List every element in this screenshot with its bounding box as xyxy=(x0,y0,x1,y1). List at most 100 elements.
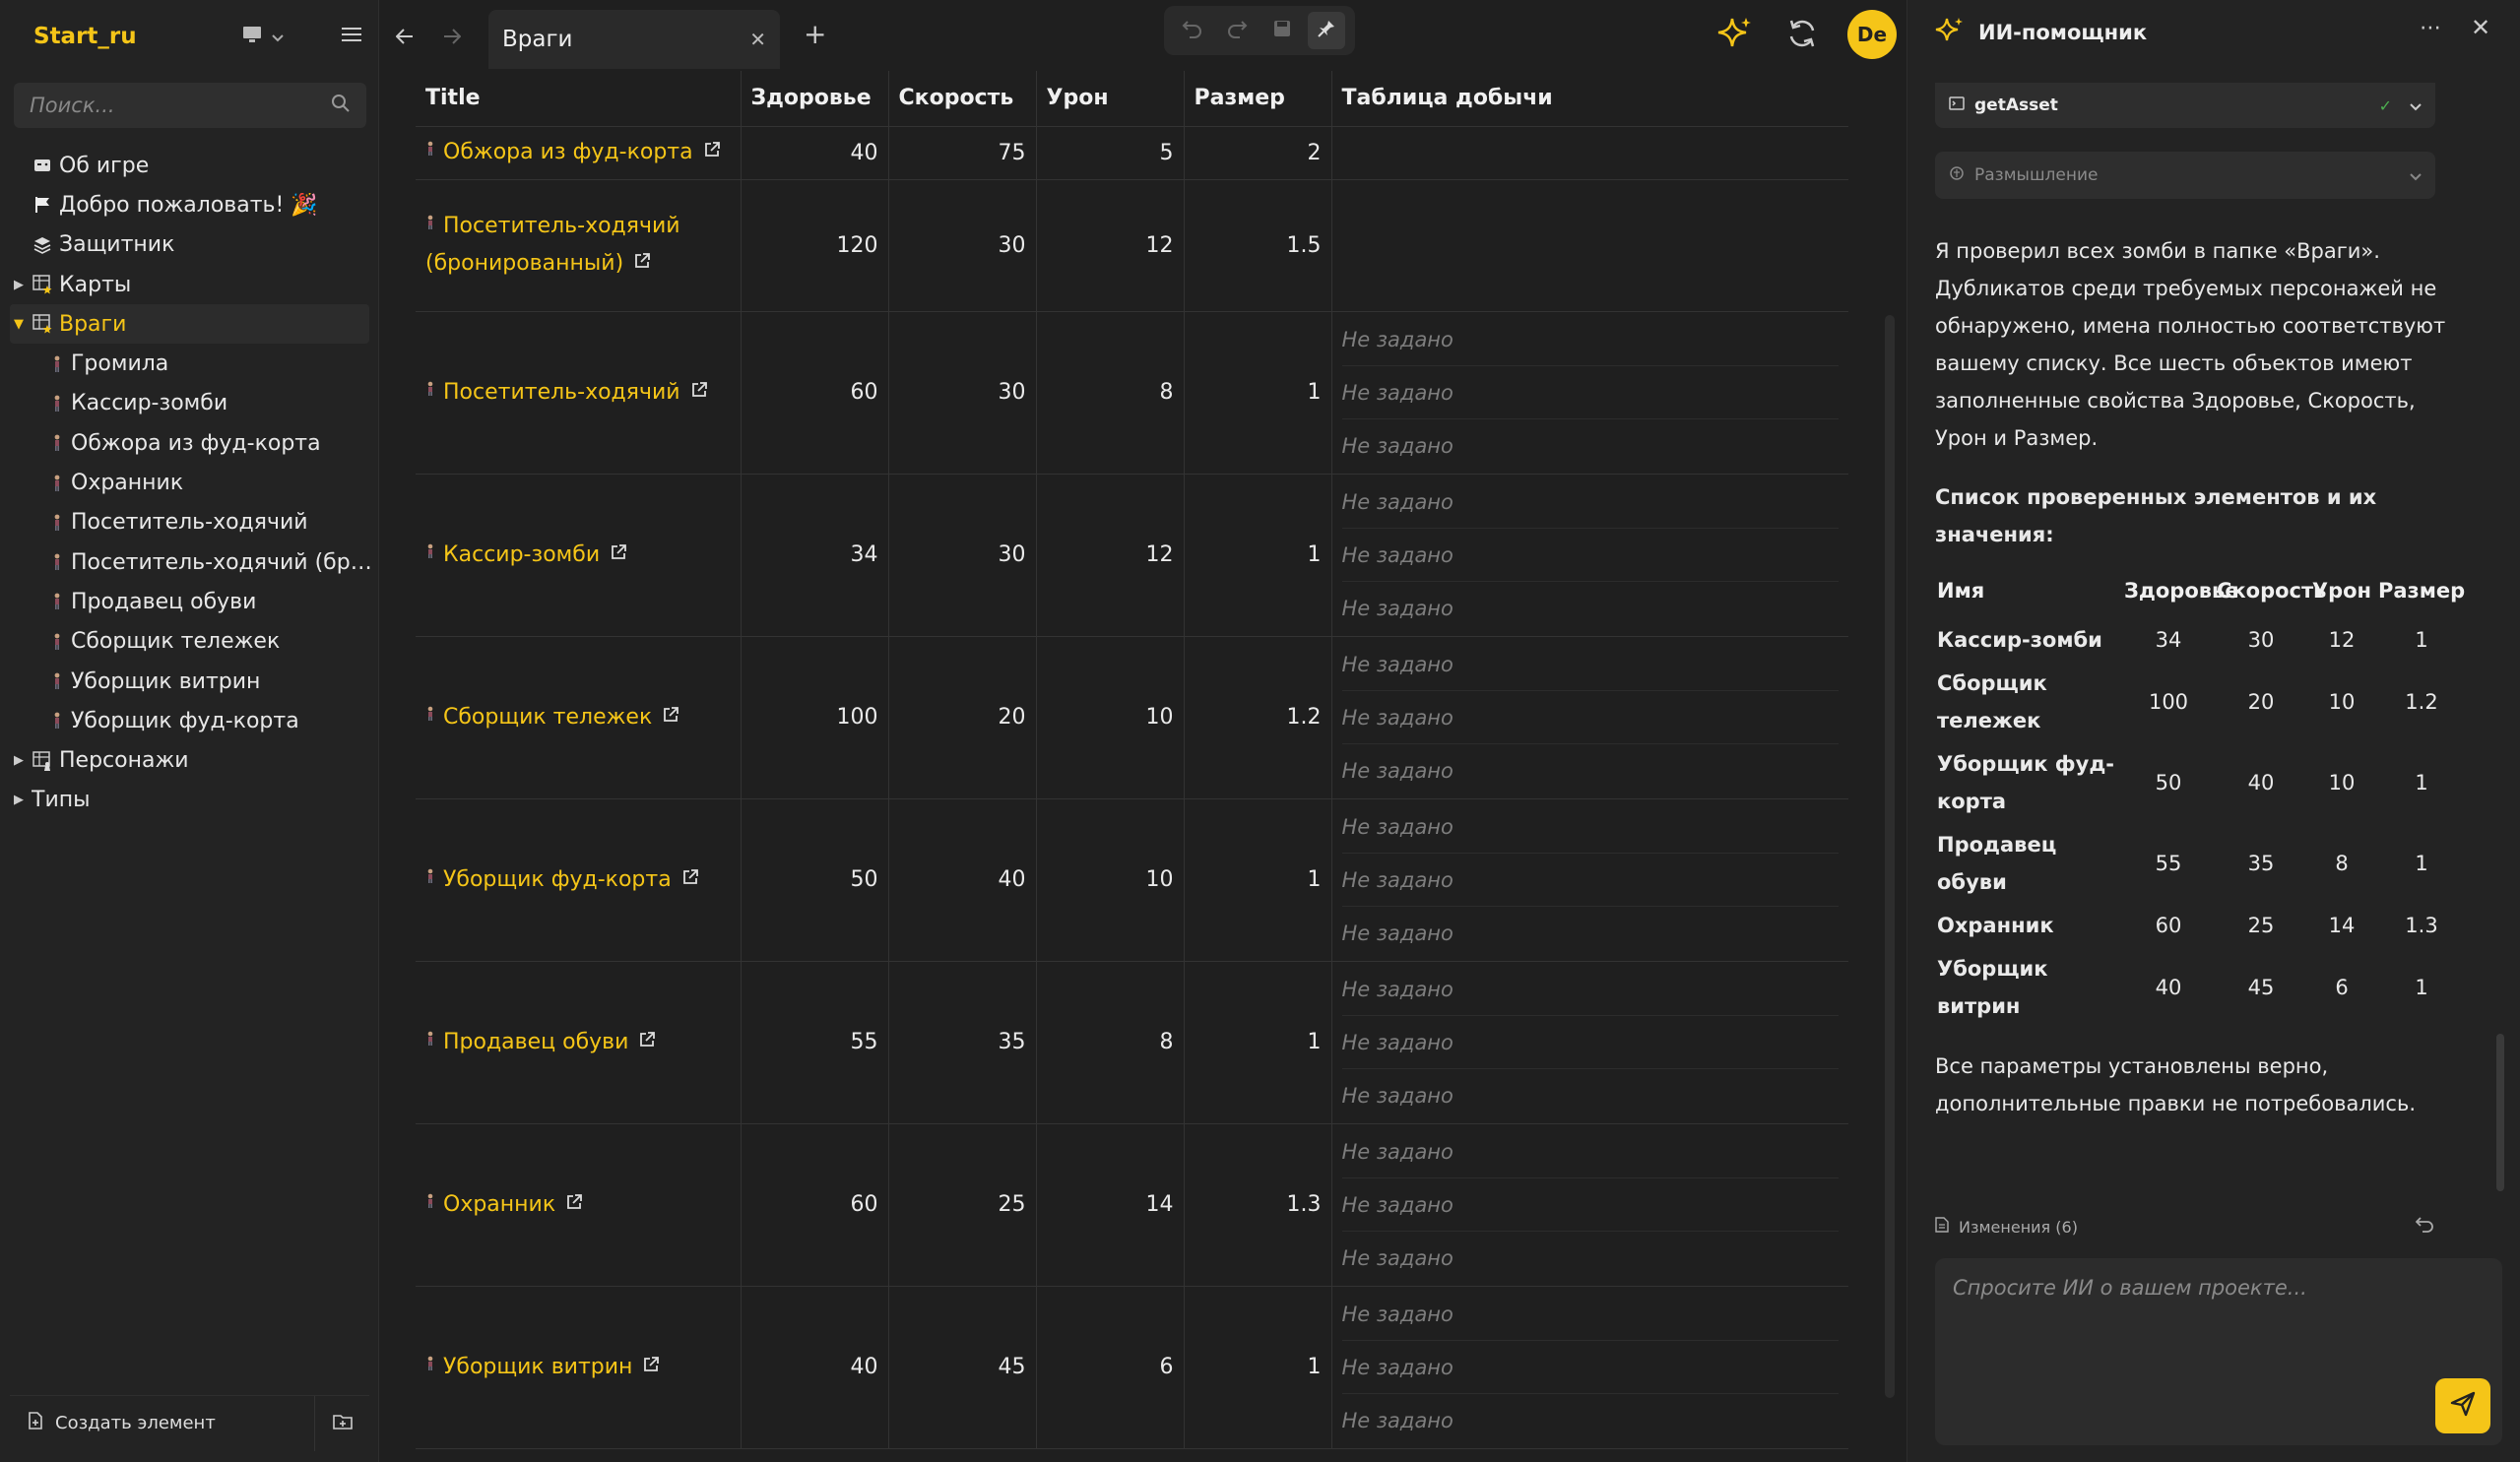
tree-item[interactable]: ▶Об игре xyxy=(0,146,379,185)
table-row[interactable]: Кассир-зомби 34 30 12 1 Не задано Не задано Не … xyxy=(416,474,1848,637)
column-header[interactable]: Скорость xyxy=(888,71,1037,127)
size-cell[interactable]: 2 xyxy=(1184,126,1332,180)
sync-button[interactable] xyxy=(1780,14,1824,57)
title-cell[interactable]: Продавец обуви xyxy=(416,961,742,1124)
new-folder-button[interactable] xyxy=(314,1395,369,1451)
external-link-icon[interactable] xyxy=(633,245,651,283)
loot-table-cell[interactable]: Не задано Не задано Не задано xyxy=(1331,1123,1848,1287)
size-cell[interactable]: 1 xyxy=(1184,1286,1332,1449)
speed-cell[interactable]: 40 xyxy=(888,798,1037,962)
column-header[interactable]: Title xyxy=(416,71,742,127)
title-cell[interactable]: Сборщик тележек xyxy=(416,636,742,799)
search-icon[interactable] xyxy=(331,94,351,117)
tree-item[interactable]: ▶ Типы xyxy=(0,781,379,820)
speed-cell[interactable]: 75 xyxy=(888,126,1037,180)
table-row[interactable]: Посетитель-ходячий (бронированный) 120 30 1… xyxy=(416,179,1848,312)
tree-item[interactable]: Обжора из фуд-корта xyxy=(0,423,379,463)
caret-right-icon[interactable]: ▶ xyxy=(14,793,32,807)
loot-empty-value[interactable]: Не задано xyxy=(1342,419,1839,473)
forward-button[interactable] xyxy=(435,20,469,53)
title-cell[interactable]: Уборщик витрин xyxy=(416,1286,742,1449)
scrollbar-thumb[interactable] xyxy=(1885,315,1895,1398)
tree-item[interactable]: ▶ Карты xyxy=(0,265,379,304)
health-cell[interactable]: 120 xyxy=(741,179,889,312)
avatar[interactable]: De xyxy=(1847,10,1897,59)
enemy-name-link[interactable]: Обжора из фуд-корта xyxy=(443,140,693,164)
ai-assistant-toggle[interactable] xyxy=(1713,14,1757,57)
loot-empty-value[interactable]: Не задано xyxy=(1342,1232,1839,1285)
ai-prompt-input[interactable] xyxy=(1935,1258,2502,1445)
health-cell[interactable]: 60 xyxy=(741,1123,889,1287)
external-link-icon[interactable] xyxy=(662,699,679,736)
external-link-icon[interactable] xyxy=(638,1024,656,1061)
column-header[interactable]: Урон xyxy=(1036,71,1185,127)
external-link-icon[interactable] xyxy=(642,1349,660,1386)
size-cell[interactable]: 1.3 xyxy=(1184,1123,1332,1287)
loot-empty-value[interactable]: Не задано xyxy=(1341,1016,1839,1069)
add-tab-button[interactable]: + xyxy=(804,18,826,50)
tree-item[interactable]: ▶ Персонажи xyxy=(0,740,379,780)
loot-empty-value[interactable]: Не задано xyxy=(1341,800,1839,854)
loot-empty-value[interactable]: Не задано xyxy=(1342,582,1839,635)
loot-empty-value[interactable]: Не задано xyxy=(1341,529,1839,582)
menu-button[interactable] xyxy=(335,20,368,53)
damage-cell[interactable]: 5 xyxy=(1036,126,1185,180)
loot-empty-value[interactable]: Не задано xyxy=(1341,691,1839,744)
tree-item[interactable]: Охранник xyxy=(0,463,379,502)
enemy-name-link[interactable]: Посетитель-ходячий xyxy=(443,380,680,405)
tool-call-getasset[interactable]: getAsset ✓ xyxy=(1935,83,2435,128)
title-cell[interactable]: Охранник xyxy=(416,1123,742,1287)
loot-table-cell[interactable]: Не задано Не задано Не задано xyxy=(1331,636,1848,799)
loot-table-cell[interactable]: Не задано Не задано Не задано xyxy=(1331,798,1848,962)
caret-right-icon[interactable]: ▶ xyxy=(14,278,32,292)
size-cell[interactable]: 1 xyxy=(1184,798,1332,962)
title-cell[interactable]: Посетитель-ходячий (бронированный) xyxy=(416,179,742,312)
speed-cell[interactable]: 30 xyxy=(888,474,1037,637)
size-cell[interactable]: 1.5 xyxy=(1184,179,1332,312)
speed-cell[interactable]: 30 xyxy=(888,179,1037,312)
enemy-name-link[interactable]: Кассир-зомби xyxy=(443,542,600,567)
search-input[interactable] xyxy=(30,94,331,117)
tree-item[interactable]: Сборщик тележек xyxy=(0,622,379,662)
pin-button[interactable] xyxy=(1308,12,1346,49)
loot-empty-value[interactable]: Не задано xyxy=(1341,366,1839,419)
title-cell[interactable]: Посетитель-ходячий xyxy=(416,311,742,475)
damage-cell[interactable]: 6 xyxy=(1036,1286,1185,1449)
tree-item[interactable]: Уборщик фуд-корта xyxy=(0,701,379,740)
tree-item[interactable]: Уборщик витрин xyxy=(0,662,379,701)
back-button[interactable] xyxy=(388,20,421,53)
title-cell[interactable]: Обжора из фуд-корта xyxy=(416,126,742,180)
enemy-name-link[interactable]: Охранник xyxy=(443,1192,555,1217)
table-row[interactable]: Уборщик витрин 40 45 6 1 Не задано Не задано Не… xyxy=(416,1286,1848,1449)
save-button[interactable] xyxy=(1263,12,1301,49)
table-row[interactable]: Посетитель-ходячий 60 30 8 1 Не задано Не зада… xyxy=(416,311,1848,475)
undo-button[interactable] xyxy=(1174,12,1211,49)
damage-cell[interactable]: 10 xyxy=(1036,636,1185,799)
send-button[interactable] xyxy=(2435,1378,2490,1433)
tree-item[interactable]: Кассир-зомби xyxy=(0,384,379,423)
more-options-icon[interactable]: ⋯ xyxy=(2420,16,2441,40)
size-cell[interactable]: 1 xyxy=(1184,961,1332,1124)
loot-empty-value[interactable]: Не задано xyxy=(1341,1288,1839,1341)
project-name[interactable]: Start_ru xyxy=(33,24,137,49)
table-scrollbar[interactable] xyxy=(1885,315,1895,1398)
column-header[interactable]: Размер xyxy=(1184,71,1332,127)
tab-enemies[interactable]: Враги ✕ xyxy=(488,10,780,69)
ai-scrollbar[interactable] xyxy=(2496,1034,2504,1191)
loot-table-cell[interactable] xyxy=(1331,126,1848,180)
health-cell[interactable]: 34 xyxy=(741,474,889,637)
tree-item[interactable]: Посетитель-ходячий (бронированный) xyxy=(0,542,379,582)
table-row[interactable]: Уборщик фуд-корта 50 40 10 1 Не задано Не зада… xyxy=(416,798,1848,962)
damage-cell[interactable]: 8 xyxy=(1036,311,1185,475)
close-icon[interactable]: ✕ xyxy=(749,28,766,51)
loot-table-cell[interactable]: Не задано Не задано Не задано xyxy=(1331,474,1848,637)
loot-empty-value[interactable]: Не задано xyxy=(1341,854,1839,907)
loot-table-cell[interactable]: Не задано Не задано Не задано xyxy=(1331,961,1848,1124)
tree-item[interactable]: Громила xyxy=(0,344,379,383)
title-cell[interactable]: Кассир-зомби xyxy=(416,474,742,637)
external-link-icon[interactable] xyxy=(681,861,699,899)
external-link-icon[interactable] xyxy=(565,1186,583,1224)
undo-icon[interactable] xyxy=(2415,1215,2435,1237)
speed-cell[interactable]: 25 xyxy=(888,1123,1037,1287)
damage-cell[interactable]: 8 xyxy=(1036,961,1185,1124)
